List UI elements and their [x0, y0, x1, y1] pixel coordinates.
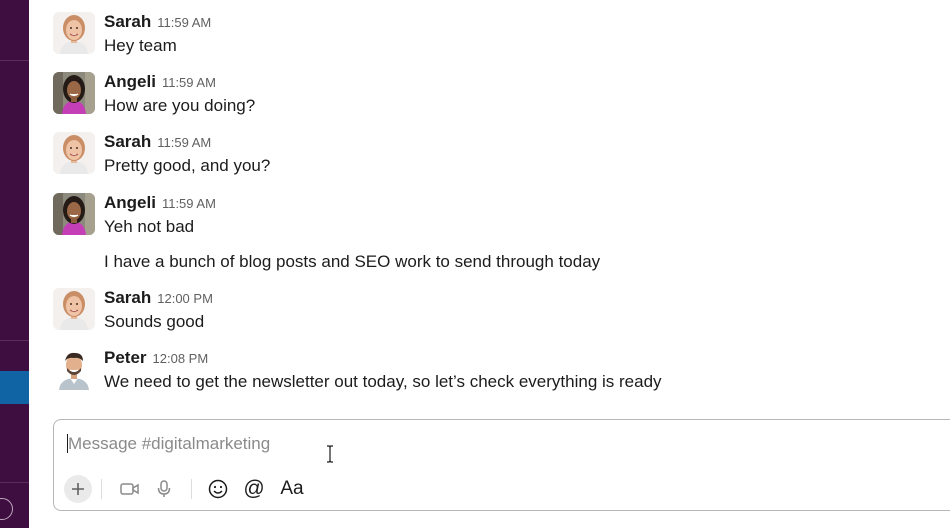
sender-name[interactable]: Sarah [104, 288, 151, 307]
sarah-avatar[interactable] [53, 132, 95, 174]
peter-avatar[interactable] [53, 348, 95, 390]
message-text: Yeh not bad [104, 217, 195, 236]
message-input[interactable] [68, 434, 568, 454]
sender-name[interactable]: Sarah [104, 132, 151, 151]
microphone-icon[interactable] [152, 475, 176, 503]
angeli-avatar[interactable] [53, 72, 95, 114]
sidebar-divider [0, 482, 29, 483]
message-text: How are you doing? [104, 96, 256, 115]
help-icon[interactable] [0, 498, 13, 520]
message-timestamp[interactable]: 11:59 AM [162, 75, 216, 90]
angeli-avatar[interactable] [53, 193, 95, 235]
message-timestamp[interactable]: 11:59 AM [157, 15, 211, 30]
message-text: I have a bunch of blog posts and SEO wor… [104, 252, 601, 271]
sender-name[interactable]: Peter [104, 348, 147, 367]
sidebar-divider [0, 60, 29, 61]
plus-icon[interactable] [64, 475, 92, 503]
sender-name[interactable]: Sarah [104, 12, 151, 31]
sender-name[interactable]: Angeli [104, 193, 156, 212]
message-text: Hey team [104, 36, 177, 55]
message-text: Sounds good [104, 312, 205, 331]
toolbar-separator [191, 479, 192, 499]
message-timestamp[interactable]: 12:00 PM [157, 291, 213, 306]
sidebar-item-digitalmarketing[interactable] [0, 371, 29, 404]
workspace-sidebar [0, 0, 29, 528]
emoji-icon[interactable] [204, 475, 232, 503]
mention-icon[interactable]: @ [240, 475, 268, 503]
sarah-avatar[interactable] [53, 288, 95, 330]
text-cursor-icon [327, 445, 333, 463]
message-timestamp[interactable]: 12:08 PM [153, 351, 209, 366]
toolbar-separator [101, 479, 102, 499]
message-timestamp[interactable]: 11:59 AM [162, 196, 216, 211]
message-text: We need to get the newsletter out today,… [104, 372, 662, 391]
message-text: Pretty good, and you? [104, 156, 271, 175]
sidebar-divider [0, 340, 29, 341]
message-timestamp[interactable]: 11:59 AM [157, 135, 211, 150]
video-icon[interactable] [116, 475, 144, 503]
sarah-avatar[interactable] [53, 12, 95, 54]
sender-name[interactable]: Angeli [104, 72, 156, 91]
formatting-icon[interactable]: Aa [277, 475, 307, 503]
message-composer: @ Aa [53, 419, 950, 511]
message-list: Sarah 11:59 AM Hey team Angeli 11:59 AM Ho… [29, 0, 950, 410]
